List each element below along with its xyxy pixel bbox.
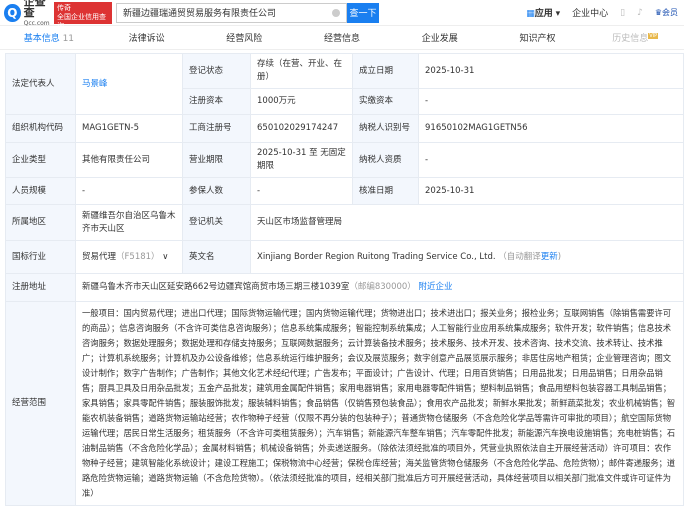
tab-development[interactable]: 企业发展 xyxy=(391,31,489,44)
field-value: 新疆维吾尔自治区乌鲁木齐市天山区 xyxy=(75,204,183,241)
field-value: 其他有限责任公司 xyxy=(75,142,183,178)
field-label: 纳税人资质 xyxy=(352,142,419,178)
update-translation-link[interactable]: 更新 xyxy=(541,252,558,262)
field-label: 核准日期 xyxy=(352,177,419,205)
field-label: 工商注册号 xyxy=(182,114,251,143)
apps-menu[interactable]: ▦应用 ▾ xyxy=(526,6,560,19)
field-label: 人员规模 xyxy=(5,177,76,205)
field-value: 91650102MAG1GETN56 xyxy=(418,114,684,143)
logo-text: 企查查 xyxy=(23,0,46,19)
field-label: 成立日期 xyxy=(352,53,419,89)
tab-ip[interactable]: 知识产权 xyxy=(489,31,587,44)
field-value: - xyxy=(418,142,684,178)
logo[interactable]: Q 企查查 Qcc.com xyxy=(4,0,54,29)
field-label: 组织机构代码 xyxy=(5,114,76,143)
field-value: 650102029174247 xyxy=(250,114,353,143)
field-value: - xyxy=(418,88,684,115)
tab-risk[interactable]: 经营风险 xyxy=(195,31,293,44)
business-scope: 一般项目：国内贸易代理；进出口代理；国际货物运输代理；国内货物运输代理；货物进出… xyxy=(75,301,684,506)
slogan-banner: 传奇 全国企业信用查询 xyxy=(54,1,112,30)
field-label: 法定代表人 xyxy=(5,53,76,115)
logo-domain: Qcc.com xyxy=(23,19,50,27)
field-value: 马景峰 xyxy=(75,53,183,115)
tab-basic-info[interactable]: 基本信息 11 xyxy=(0,31,98,44)
field-label: 经营范围 xyxy=(5,301,76,506)
grid-icon: ▦ xyxy=(526,9,535,19)
field-label: 企业类型 xyxy=(5,142,76,178)
tab-history[interactable]: 历史信息VIP xyxy=(586,31,684,44)
field-label: 注册资本 xyxy=(182,88,251,115)
top-bar: Q 企查查 Qcc.com 传奇 全国企业信用查询 新疆边疆瑞通贸贸易服务有限责任公… xyxy=(0,0,684,30)
phone-icon[interactable]: ▯ xyxy=(620,8,625,18)
field-label: 实缴资本 xyxy=(352,88,419,115)
tab-legal[interactable]: 法律诉讼 xyxy=(98,31,196,44)
field-value: 1000万元 xyxy=(250,88,353,115)
field-label: 国标行业 xyxy=(5,240,76,274)
field-value: MAG1GETN-5 xyxy=(75,114,183,143)
field-value: 2025-10-31 xyxy=(418,53,684,89)
field-value: 2025-10-31 至 无固定期限 xyxy=(250,142,353,178)
field-value: - xyxy=(75,177,183,205)
search-input[interactable]: 新疆边疆瑞通贸贸易服务有限责任公司 xyxy=(116,2,347,23)
member-button[interactable]: ♛会员 xyxy=(655,7,678,18)
field-label: 注册地址 xyxy=(5,273,76,302)
field-label: 所属地区 xyxy=(5,204,76,241)
field-label: 纳税人识别号 xyxy=(352,114,419,143)
field-label: 登记机关 xyxy=(182,204,251,241)
field-value: - xyxy=(250,177,353,205)
logo-icon: Q xyxy=(4,3,21,22)
field-label: 登记状态 xyxy=(182,53,251,89)
search-button[interactable]: 查一下 xyxy=(347,2,379,23)
field-label: 参保人数 xyxy=(182,177,251,205)
field-value: 天山区市场监督管理局 xyxy=(250,204,684,241)
chevron-down-icon: ∨ xyxy=(162,251,169,262)
field-label: 英文名 xyxy=(182,240,251,274)
field-value: Xinjiang Border Region Ruitong Trading S… xyxy=(250,240,684,274)
tab-operation[interactable]: 经营信息 xyxy=(293,31,391,44)
legal-rep-link[interactable]: 马景峰 xyxy=(82,79,108,89)
field-value: 新疆乌鲁木齐市天山区延安路662号边疆宾馆商贸市场三期三楼1039室（邮编830… xyxy=(75,273,684,302)
bell-icon[interactable]: ♪ xyxy=(637,8,643,18)
industry-dropdown[interactable]: 贸易代理（F5181） ∨ xyxy=(75,240,183,274)
clear-icon[interactable] xyxy=(332,8,340,17)
field-value: 2025-10-31 xyxy=(418,177,684,205)
nearby-companies-link[interactable]: 附近企业 xyxy=(419,282,453,292)
field-value: 存续（在营、开业、在册） xyxy=(250,53,353,89)
field-label: 营业期限 xyxy=(182,142,251,178)
enterprise-center-link[interactable]: 企业中心 xyxy=(572,6,608,19)
basic-info-table: 法定代表人 马景峰 登记状态 存续（在营、开业、在册） 成立日期 2025-10-3… xyxy=(5,53,684,506)
